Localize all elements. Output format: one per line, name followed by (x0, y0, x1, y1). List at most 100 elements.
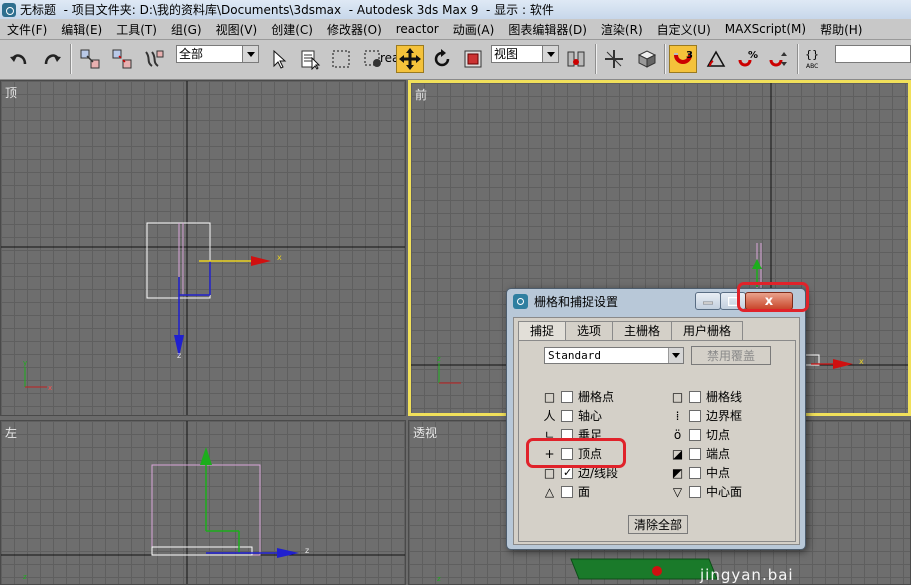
select-by-name-icon[interactable] (296, 45, 324, 73)
midpoint-icon: ◩ (671, 465, 684, 480)
edit-named-selection-icon[interactable]: {} ABC (803, 45, 831, 73)
menu-reactor[interactable]: reactor (389, 22, 446, 36)
selection-filter-dropdown[interactable]: 全部 (176, 45, 259, 63)
snap-option-center-face[interactable]: ▽ 中心面 (671, 484, 743, 500)
snap-checkbox[interactable] (561, 390, 573, 403)
chevron-down-icon (242, 46, 258, 62)
menu-bar: 文件(F) 编辑(E) 工具(T) 组(G) 视图(V) 创建(C) 修改器(O… (0, 19, 911, 40)
axis-label-z: z (177, 351, 181, 360)
spinner-snap-icon[interactable] (765, 45, 793, 73)
menu-edit[interactable]: 编辑(E) (54, 21, 109, 38)
snap-checkbox[interactable] (561, 485, 573, 498)
menu-customize[interactable]: 自定义(U) (650, 21, 718, 38)
viewport-left[interactable]: 左 z z (0, 420, 406, 585)
svg-text:{}: {} (805, 48, 819, 61)
percent-snap-icon[interactable]: % (734, 45, 762, 73)
select-object-icon[interactable] (265, 45, 293, 73)
select-and-scale-icon[interactable] (459, 45, 487, 73)
pivot-point-center-icon[interactable] (562, 45, 590, 73)
grid-snap-settings-dialog: 栅格和捕捉设置 x 捕捉 选项 主栅格 用户栅格 Standard 禁用覆盖 □… (506, 288, 806, 550)
named-selection-set-input[interactable] (835, 45, 911, 63)
snap-option-label: 栅格线 (706, 390, 743, 404)
angle-snap-toggle-icon[interactable] (702, 45, 730, 73)
snap-checkbox[interactable] (689, 485, 701, 498)
snap-type-dropdown[interactable]: Standard (544, 347, 684, 364)
app-icon[interactable] (2, 2, 16, 17)
menu-views[interactable]: 视图(V) (209, 21, 265, 38)
snap-option-label: 端点 (706, 447, 731, 461)
undo-icon[interactable] (6, 45, 34, 73)
watermark-text: jingyan.bai (700, 566, 794, 584)
snap-option-label: 轴心 (578, 409, 603, 423)
axis-label-x: x (277, 253, 282, 262)
front-gizmo-label-z: z (437, 355, 441, 363)
tab-user-grids[interactable]: 用户栅格 (671, 321, 744, 341)
snap-option-label: 切点 (706, 428, 731, 442)
dialog-body: 捕捉 选项 主栅格 用户栅格 Standard 禁用覆盖 □ 栅格点人轴心ㄴ垂足 +… (513, 317, 800, 545)
pivot-icon: 人 (543, 409, 556, 423)
snap-toggle-badge: 3 (686, 50, 693, 61)
snap-checkbox[interactable] (561, 466, 573, 479)
menu-maxscript[interactable]: MAXScript(M) (718, 22, 813, 36)
snap-option-label: 中心面 (706, 485, 743, 499)
highlight-close-ring (737, 282, 809, 312)
gizmo-label-x: x (48, 384, 52, 392)
snap-option-endpoint[interactable]: ◪ 端点 (671, 446, 731, 462)
keyboard-shortcut-override-icon[interactable] (633, 45, 661, 73)
snap-checkbox[interactable] (689, 447, 701, 460)
snap-option-label: 面 (578, 485, 591, 499)
snap-option-tangent[interactable]: ö 切点 (671, 427, 731, 443)
select-and-rotate-icon[interactable] (428, 45, 456, 73)
select-and-manipulate-icon[interactable] (600, 45, 628, 73)
snap-option-grid-point[interactable]: □ 栅格点 (543, 389, 615, 405)
rectangular-selection-icon[interactable] (327, 45, 355, 73)
svg-text:%: % (748, 50, 758, 61)
snap-checkbox[interactable] (689, 390, 701, 403)
menu-rendering[interactable]: 渲染(R) (594, 21, 650, 38)
title-display: - 显示 : 软件 (478, 3, 554, 17)
bind-to-space-warp-icon[interactable] (140, 45, 168, 73)
viewport-top-scene: x z y x (1, 81, 405, 415)
snap-toggle-icon[interactable]: 3 (669, 45, 697, 73)
snap-checkbox[interactable] (689, 428, 701, 441)
snap-checkbox[interactable] (689, 409, 701, 422)
menu-modifiers[interactable]: 修改器(O) (320, 21, 389, 38)
snap-checkbox[interactable] (561, 409, 573, 422)
snap-option-face[interactable]: △ 面 (543, 484, 591, 500)
tab-options[interactable]: 选项 (565, 321, 614, 341)
tab-snaps[interactable]: 捕捉 (518, 321, 567, 342)
menu-help[interactable]: 帮助(H) (813, 21, 869, 38)
grid-line-icon: □ (671, 389, 684, 404)
override-off-button: 禁用覆盖 (691, 346, 771, 365)
chevron-down-icon (542, 46, 558, 62)
title-app: - Autodesk 3ds Max 9 (341, 2, 479, 17)
gizmo-label-y: y (23, 359, 27, 367)
menu-group[interactable]: 组(G) (164, 21, 209, 38)
menu-animation[interactable]: 动画(A) (446, 21, 502, 38)
snap-option-label: 栅格点 (578, 390, 615, 404)
title-project: - 项目文件夹: D:\我的资料库\Documents\3dsmax (56, 3, 342, 17)
bounding-box-icon: ⁞ (675, 408, 680, 423)
tab-home-grid[interactable]: 主栅格 (612, 321, 673, 341)
reference-coordinate-dropdown[interactable]: 视图 (491, 45, 559, 63)
front-axis-label-x: x (859, 357, 864, 366)
unlink-selection-icon[interactable] (108, 45, 136, 73)
clear-all-button[interactable]: 清除全部 (628, 515, 688, 534)
minimize-button[interactable] (695, 292, 721, 310)
menu-graph-editors[interactable]: 图表编辑器(D) (501, 21, 594, 38)
snap-option-grid-line[interactable]: □ 栅格线 (671, 389, 743, 405)
snap-checkbox[interactable] (689, 466, 701, 479)
viewport-top[interactable]: 顶 x z y x (0, 80, 406, 416)
redo-icon[interactable] (37, 45, 65, 73)
menu-tools[interactable]: 工具(T) (109, 21, 164, 38)
menu-create[interactable]: 创建(C) (264, 21, 320, 38)
reference-coordinate-value: 视图 (494, 47, 519, 61)
select-and-link-icon[interactable] (76, 45, 104, 73)
title-bar: 无标题 - 项目文件夹: D:\我的资料库\Documents\3dsmax -… (0, 0, 911, 19)
main-toolbar: 全部 reactor 视图 3 % (0, 40, 911, 80)
snap-option-midpoint[interactable]: ◩ 中点 (671, 465, 730, 481)
menu-file[interactable]: 文件(F) (0, 21, 54, 38)
snap-option-bounding-box[interactable]: ⁞ 边界框 (671, 408, 742, 424)
snap-option-pivot[interactable]: 人 轴心 (543, 408, 602, 423)
select-and-move-icon[interactable] (396, 45, 424, 73)
